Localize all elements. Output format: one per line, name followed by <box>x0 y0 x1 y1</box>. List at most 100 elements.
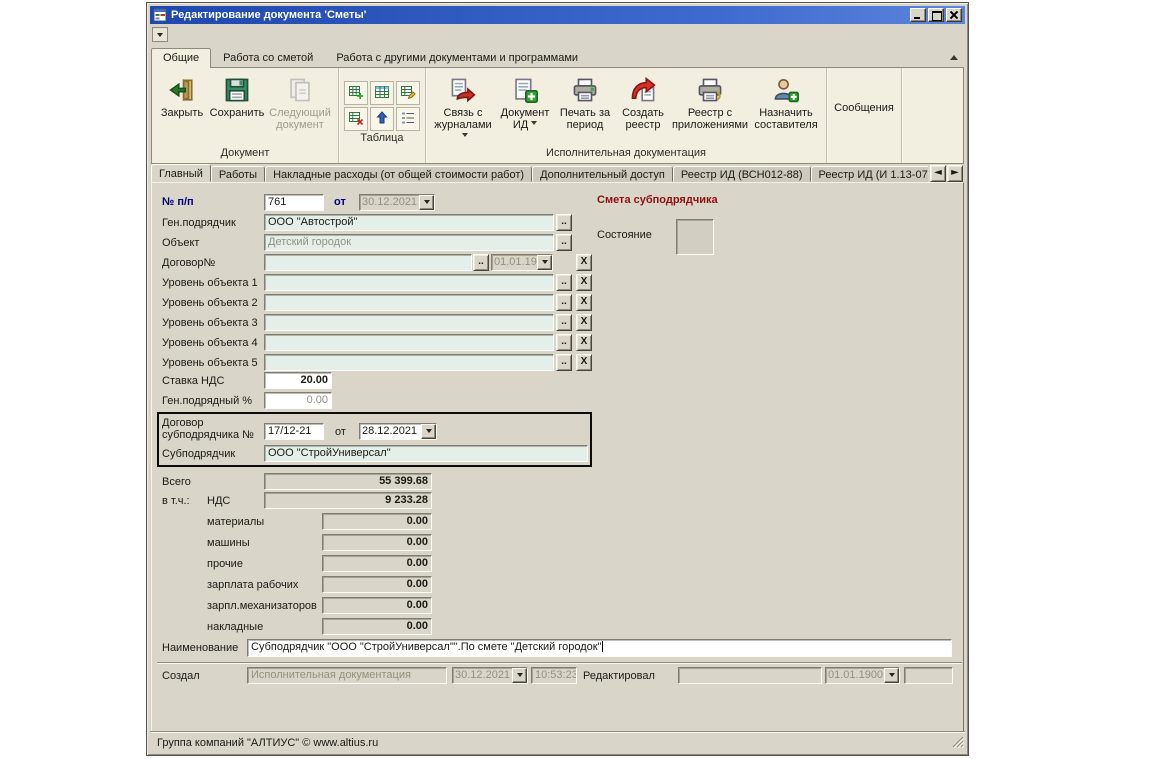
maximize-button[interactable] <box>928 8 944 22</box>
npp-date-combobox[interactable]: 30.12.2021 <box>359 194 435 211</box>
gen-contractor-field[interactable]: ООО "Автострой" <box>264 214 554 231</box>
toolbar-options-button[interactable] <box>152 27 168 42</box>
estimate-type-heading: Смета субподрядчика <box>597 194 718 207</box>
object-level-4-clear-button[interactable]: X <box>576 334 592 351</box>
tab-main[interactable]: Главный <box>151 164 211 182</box>
state-box <box>676 219 714 255</box>
registry-attachments-button[interactable]: Реестр с приложениями <box>670 70 750 146</box>
save-button[interactable]: Сохранить <box>208 70 266 146</box>
table-edit-button[interactable] <box>396 81 420 105</box>
created-by-field: Исполнительная документация <box>247 667 447 684</box>
tab-additional-access[interactable]: Дополнительный доступ <box>532 166 673 182</box>
assign-author-button[interactable]: Назначить составителя <box>750 70 822 146</box>
resize-grip-icon[interactable] <box>951 735 964 751</box>
gen-percent-field[interactable]: 0.00 <box>264 392 332 409</box>
document-id-icon <box>512 73 538 107</box>
close-window-button[interactable] <box>946 8 962 22</box>
object-level-3-clear-button[interactable]: X <box>576 314 592 331</box>
tab-works[interactable]: Работы <box>211 166 265 182</box>
ribbon-group-messages: Сообщения <box>827 68 902 163</box>
object-level-4-browse-button[interactable]: .. <box>556 334 572 351</box>
workers-wages-field: 0.00 <box>322 576 432 593</box>
tab-overheads[interactable]: Накладные расходы (от общей стоимости ра… <box>265 166 532 182</box>
object-level-5-browse-button[interactable]: .. <box>556 354 572 371</box>
object-level-1-browse-button[interactable]: .. <box>556 274 572 291</box>
ribbon-group-document: Закрыть Сохранить Следующий документ Док… <box>152 68 339 163</box>
chevron-down-icon[interactable] <box>421 424 436 439</box>
subcontract-number-field[interactable]: 17/12-21 <box>264 423 324 440</box>
created-date-combobox[interactable]: 30.12.2021 <box>452 667 528 684</box>
printer-icon <box>572 73 598 107</box>
subcontract-label-line2: субподрядчика № <box>162 429 254 442</box>
object-level-3-browse-button[interactable]: .. <box>556 314 572 331</box>
object-level-4-field[interactable] <box>264 334 554 351</box>
created-label: Создал <box>162 670 200 683</box>
object-field[interactable]: Детский городок <box>264 234 554 251</box>
operators-wages-field: 0.00 <box>322 597 432 614</box>
gen-percent-label: Ген.подрядный % <box>162 395 252 408</box>
chevron-up-icon <box>950 51 958 60</box>
table-add-button[interactable] <box>344 81 368 105</box>
object-level-5-clear-button[interactable]: X <box>576 354 592 371</box>
contract-field[interactable] <box>264 254 472 271</box>
object-level-3-field[interactable] <box>264 314 554 331</box>
journals-link-button[interactable]: Связь с журналами <box>430 70 496 146</box>
subcontractor-field[interactable]: ООО "СтройУниверсал" <box>264 445 588 462</box>
workers-wages-label: зарплата рабочих <box>207 579 298 592</box>
chevron-down-icon[interactable] <box>419 195 434 210</box>
gen-contractor-browse-button[interactable]: .. <box>556 214 572 231</box>
object-level-2-browse-button[interactable]: .. <box>556 294 572 311</box>
contract-browse-button[interactable]: .. <box>473 254 489 271</box>
ribbon-group-table: Таблица <box>339 68 426 163</box>
npp-ot-label: от <box>334 196 346 209</box>
next-document-button[interactable]: Следующий документ <box>266 70 334 146</box>
ribbon-tab-estimate[interactable]: Работа со сметой <box>212 49 324 68</box>
messages-button[interactable]: Сообщения <box>831 70 897 146</box>
move-up-button[interactable] <box>370 107 394 131</box>
list-view-button[interactable] <box>396 107 420 131</box>
object-level-2-clear-button[interactable]: X <box>576 294 592 311</box>
table-plus-icon <box>348 84 364 103</box>
document-id-button[interactable]: Документ ИД <box>496 70 554 146</box>
subcontractor-label: Субподрядчик <box>162 448 235 461</box>
create-registry-button[interactable]: Создать реестр <box>616 70 670 146</box>
contract-clear-button[interactable]: X <box>576 254 592 271</box>
minimize-button[interactable] <box>910 8 926 22</box>
close-button[interactable]: Закрыть <box>156 70 208 146</box>
chevron-down-icon[interactable] <box>537 255 552 270</box>
object-level-3-label: Уровень объекта 3 <box>162 317 258 330</box>
name-field[interactable]: Субподрядчик "ООО "СтройУниверсал"".По с… <box>247 639 952 657</box>
print-period-button[interactable]: Печать за период <box>554 70 616 146</box>
arrow-up-icon <box>374 110 390 129</box>
edited-label: Редактировал <box>583 670 655 683</box>
quick-access-toolbar <box>150 24 965 46</box>
table-view-button[interactable] <box>370 81 394 105</box>
object-level-5-field[interactable] <box>264 354 554 371</box>
ribbon-collapse-button[interactable] <box>946 49 962 65</box>
ribbon-tab-general[interactable]: Общие <box>151 48 211 68</box>
next-document-icon <box>287 73 313 107</box>
table-delete-icon <box>348 110 364 129</box>
vat-rate-field[interactable]: 20.00 <box>264 372 332 389</box>
object-browse-button[interactable]: .. <box>556 234 572 251</box>
chevron-down-icon <box>157 33 163 40</box>
contract-date-combobox[interactable]: 01.01.1900 <box>491 254 553 271</box>
object-level-1-clear-button[interactable]: X <box>576 274 592 291</box>
edited-date-combobox[interactable]: 01.01.1900 <box>825 667 900 684</box>
table-delete-button[interactable] <box>344 107 368 131</box>
tab-registry-i113[interactable]: Реестр ИД (И 1.13-07) <box>811 166 928 182</box>
chevron-down-icon[interactable] <box>512 668 527 683</box>
title-bar[interactable]: Редактирование документа 'Сметы' <box>150 6 965 24</box>
subcontract-date-combobox[interactable]: 28.12.2021 <box>359 423 437 440</box>
object-level-2-field[interactable] <box>264 294 554 311</box>
tabs-scroll-left-button[interactable]: ◄ <box>930 165 946 182</box>
object-level-1-field[interactable] <box>264 274 554 291</box>
tabs-scroll-right-button[interactable]: ► <box>947 165 963 182</box>
other-field: 0.00 <box>322 555 432 572</box>
npp-field[interactable]: 761 <box>264 194 324 211</box>
state-label: Состояние <box>597 229 652 242</box>
ribbon-tab-other-documents[interactable]: Работа с другими документами и программа… <box>325 49 589 68</box>
tab-registry-vsn[interactable]: Реестр ИД (ВСН012-88) <box>673 166 811 182</box>
chevron-down-icon[interactable] <box>884 668 899 683</box>
operators-wages-label: зарпл.механизаторов <box>207 600 317 613</box>
